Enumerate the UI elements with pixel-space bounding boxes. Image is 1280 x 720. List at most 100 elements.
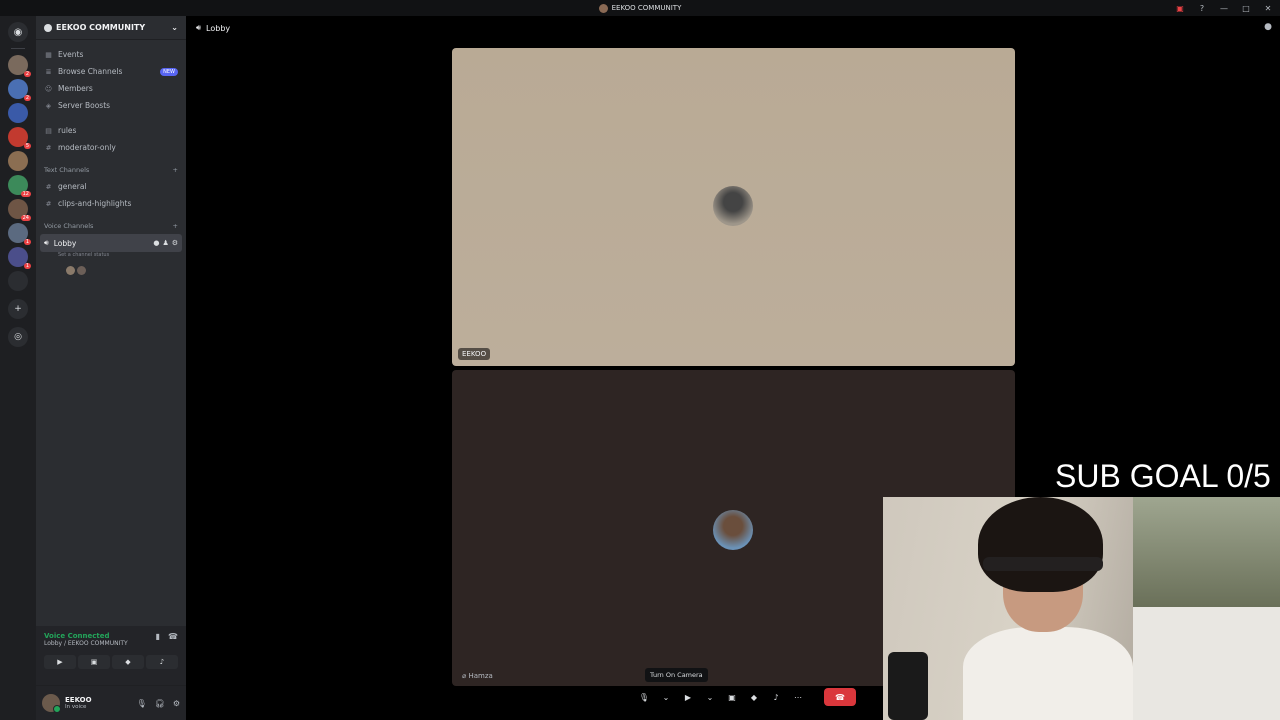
nav-label: Browse Channels (58, 67, 123, 76)
microphone-button[interactable]: 🎙︎ (636, 689, 652, 705)
activity-button[interactable]: ◆ (112, 655, 144, 669)
channel-label: general (58, 182, 87, 191)
title-bar: EEKOO COMMUNITY ▣ ? — □ ✕ (0, 0, 1280, 16)
username[interactable]: EEKOO (65, 696, 92, 704)
screen-share-icon[interactable]: ▣ (1174, 2, 1186, 14)
server-icon[interactable]: 1 (8, 247, 31, 269)
nav-label: Members (58, 84, 93, 93)
hash-icon: # (45, 182, 52, 191)
participant-label: Hamza (468, 672, 493, 680)
server-header[interactable]: EEKOO COMMUNITY ⌄ (36, 16, 186, 40)
boost-icon: ◈ (45, 101, 52, 110)
nav-server-boosts[interactable]: ◈ Server Boosts (36, 97, 186, 114)
channel-clips-and-highlights[interactable]: # clips-and-highlights (36, 195, 186, 212)
avatar[interactable] (77, 266, 86, 275)
invite-icon[interactable]: ♟ (162, 239, 168, 247)
unread-badge: 1 (23, 239, 31, 245)
sub-goal-overlay: SUB GOAL 0/5 (1055, 458, 1271, 494)
screen-share-button[interactable]: ▣ (724, 689, 740, 705)
category-voice-channels[interactable]: Voice Channels + (36, 218, 186, 234)
channel-label: Lobby (53, 238, 77, 248)
channel-moderator-only[interactable]: # moderator-only (36, 139, 186, 156)
avatar[interactable] (42, 694, 61, 713)
camera-button[interactable]: ▶ (680, 689, 696, 705)
discover-icon[interactable]: ◎ (8, 327, 28, 347)
avatar[interactable] (66, 266, 75, 275)
soundboard-button[interactable]: ♪ (146, 655, 178, 669)
new-badge: NEW (160, 67, 178, 76)
server-icon[interactable]: 2 (8, 55, 31, 77)
unread-badge: 12 (20, 191, 31, 197)
gear-icon[interactable]: ⚙ (173, 699, 180, 708)
chevron-down-icon: ⌄ (171, 23, 178, 32)
user-status: In voice (65, 704, 87, 710)
server-icon[interactable]: 1 (8, 223, 31, 245)
server-icon[interactable]: 12 (8, 175, 31, 197)
maximize-button[interactable]: □ (1240, 2, 1252, 14)
hash-icon: # (45, 143, 52, 152)
soundboard-button[interactable]: ♪ (768, 689, 784, 705)
disconnect-icon[interactable]: ☎ (168, 632, 178, 641)
channel-label: moderator-only (58, 143, 116, 152)
avatar (713, 186, 753, 226)
more-icon[interactable]: ⋯ (790, 689, 806, 705)
channel-label: rules (58, 126, 77, 135)
server-name: EEKOO COMMUNITY (56, 23, 146, 32)
channel-label: clips-and-highlights (58, 199, 132, 208)
server-icon (598, 3, 608, 13)
avatar (713, 510, 753, 550)
server-icon[interactable] (8, 271, 28, 291)
webcam-hair (978, 497, 1103, 592)
nav-label: Events (58, 50, 84, 59)
add-server-icon[interactable]: + (8, 299, 28, 319)
chat-icon[interactable]: ● (153, 239, 159, 247)
participant-tile[interactable]: EEKOO (452, 48, 1015, 366)
chat-icon[interactable]: ● (1264, 22, 1272, 32)
calendar-icon: ▦ (45, 50, 52, 59)
server-icon[interactable] (8, 151, 28, 171)
close-button[interactable]: ✕ (1262, 2, 1274, 14)
window-title: EEKOO COMMUNITY (611, 4, 682, 12)
nav-browse-channels[interactable]: ≣ Browse Channels NEW (36, 63, 186, 80)
speaker-icon: 🔊︎ (196, 23, 202, 32)
channel-status[interactable]: Set a channel status (36, 252, 186, 260)
unread-badge: 2 (23, 71, 31, 77)
channel-header: 🔊︎ Lobby ● (186, 16, 1280, 40)
voice-channel-lobby[interactable]: 🔊︎ Lobby ● ♟ ⚙ (40, 234, 182, 252)
add-channel-icon[interactable]: + (173, 222, 178, 230)
add-channel-icon[interactable]: + (173, 166, 178, 174)
nav-members[interactable]: ☺ Members (36, 80, 186, 97)
unread-badge: 5 (23, 143, 31, 149)
microphone-icon[interactable]: 🎙︎ (137, 699, 147, 708)
webcam-overlay (883, 497, 1280, 720)
server-icon[interactable] (8, 103, 28, 123)
channel-rules[interactable]: ▤ rules (36, 122, 186, 139)
server-rail: ◉ 2 2 5 12 24 1 1 + ◎ (0, 16, 36, 720)
activity-button[interactable]: ◆ (746, 689, 762, 705)
server-icon[interactable]: 2 (8, 79, 31, 101)
screen-share-button[interactable]: ▣ (78, 655, 110, 669)
server-icon[interactable]: 24 (8, 199, 31, 221)
gear-icon[interactable]: ⚙ (172, 239, 178, 247)
voice-location[interactable]: Lobby / EEKOO COMMUNITY (44, 640, 178, 647)
voice-connection-panel: Voice Connected Lobby / EEKOO COMMUNITY … (36, 626, 186, 686)
channel-general[interactable]: # general (36, 178, 186, 195)
signal-icon[interactable]: ▮ (156, 632, 160, 641)
discord-home-icon[interactable]: ◉ (8, 22, 28, 42)
disconnect-button[interactable]: ☎ (824, 688, 856, 706)
voice-users (36, 266, 186, 275)
webcam-headset (983, 557, 1103, 571)
nav-events[interactable]: ▦ Events (36, 46, 186, 63)
minimize-button[interactable]: — (1218, 2, 1230, 14)
members-icon: ☺ (44, 84, 53, 93)
camera-button[interactable]: ▶ (44, 655, 76, 669)
hash-icon: # (45, 199, 52, 208)
chevron-down-icon[interactable]: ⌄ (702, 689, 718, 705)
tooltip: Turn On Camera (645, 668, 708, 682)
chevron-down-icon[interactable]: ⌄ (658, 689, 674, 705)
server-icon[interactable]: 5 (8, 127, 31, 149)
server-badge-icon (44, 23, 52, 32)
category-text-channels[interactable]: Text Channels + (36, 162, 186, 178)
headphones-icon[interactable]: 🎧︎ (155, 699, 165, 708)
help-icon[interactable]: ? (1196, 2, 1208, 14)
